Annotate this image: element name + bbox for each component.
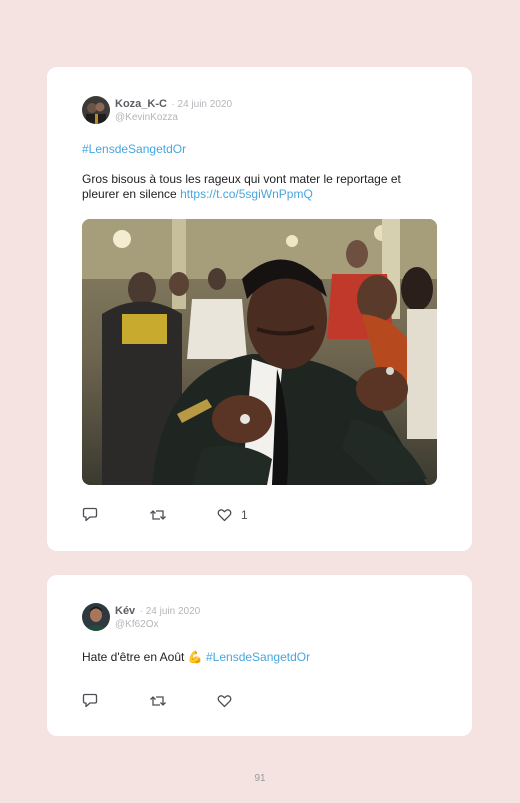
reply-icon [82, 693, 98, 708]
tweet-link[interactable]: https://t.co/5sgiWnPpmQ [180, 187, 313, 201]
reply-icon [82, 507, 98, 522]
author-name[interactable]: Kév [115, 605, 135, 617]
tweet-text: Gros bisous à tous les rageux qui vont m… [82, 172, 438, 202]
tweet-card: Koza_K-C · 24 juin 2020 @KevinKozza #Len… [47, 67, 472, 551]
tweet-media-gif[interactable] [82, 219, 437, 485]
tweet-actions [82, 693, 232, 708]
author-handle[interactable]: @KevinKozza [115, 111, 232, 124]
hashtag-line: #LensdeSangetdOr [82, 142, 438, 157]
like-button[interactable] [217, 694, 232, 708]
tweet-header: Koza_K-C · 24 juin 2020 @KevinKozza [82, 96, 232, 124]
heart-icon [217, 508, 232, 521]
author-name[interactable]: Koza_K-C [115, 98, 167, 110]
heart-icon [217, 694, 232, 707]
reply-button[interactable] [82, 693, 98, 708]
like-count: 1 [241, 507, 248, 522]
avatar[interactable] [82, 96, 110, 124]
tweet-header: Kév · 24 juin 2020 @Kf62Ox [82, 603, 200, 631]
hashtag-link[interactable]: #LensdeSangetdOr [82, 142, 186, 156]
tweet-card: Kév · 24 juin 2020 @Kf62Ox Hate d'être e… [47, 575, 472, 736]
tweet-actions: 1 [82, 507, 248, 522]
page-number: 91 [254, 773, 266, 784]
reply-button[interactable] [82, 507, 98, 522]
retweet-button[interactable] [149, 694, 167, 708]
tweet-date: · 24 juin 2020 [139, 606, 201, 617]
retweet-button[interactable] [149, 508, 167, 522]
tweet-date: · 24 juin 2020 [171, 99, 233, 110]
retweet-icon [150, 509, 166, 520]
tweet-text: Hate d'être en Août 💪 #LensdeSangetdOr [82, 650, 438, 665]
hashtag-link[interactable]: #LensdeSangetdOr [206, 650, 310, 664]
flexed-biceps-emoji: 💪 [187, 650, 203, 664]
tweet-body: Hate d'être en Août [82, 650, 188, 664]
author-handle[interactable]: @Kf62Ox [115, 618, 200, 631]
like-button[interactable]: 1 [217, 508, 248, 522]
avatar[interactable] [82, 603, 110, 631]
retweet-icon [150, 695, 166, 706]
